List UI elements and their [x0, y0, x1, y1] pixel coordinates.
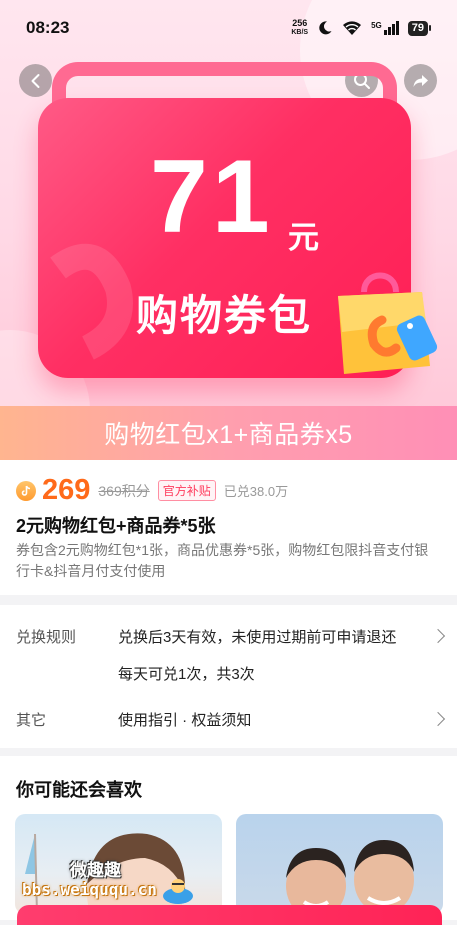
signal-icon: 5G: [371, 21, 399, 35]
coupon-banner: 购物红包x1+商品券x5: [0, 406, 457, 460]
price-row: 269 369积分 官方补贴 已兑38.0万: [16, 474, 288, 507]
status-time: 08:23: [26, 18, 70, 37]
product-image: [286, 840, 414, 914]
original-price: 369积分: [98, 482, 150, 499]
hero-section: 08:23 256 KB/S 5G 79 71 元 购物券包: [0, 0, 457, 410]
points-price: 269: [42, 474, 91, 506]
other-row[interactable]: 其它 使用指引 · 权益须知: [0, 697, 457, 737]
moon-icon: [319, 21, 332, 35]
wifi-icon: [343, 21, 362, 35]
sold-count: 已兑38.0万: [223, 484, 289, 499]
product-info: 269 369积分 官方补贴 已兑38.0万 2元购物红包+商品券*5张 券包含…: [0, 460, 457, 595]
rules-section: 兑换规则 兑换后3天有效，未使用过期前可申请退还 每天可兑1次，共3次 其它 使…: [0, 605, 457, 748]
recommend-card[interactable]: [236, 814, 443, 914]
exchange-button[interactable]: [17, 905, 442, 925]
recommend-title: 你可能还会喜欢: [16, 780, 142, 800]
chevron-right-icon: [430, 628, 446, 644]
shopping-bag-icon: [338, 272, 438, 374]
back-button[interactable]: [19, 64, 52, 97]
product-title: 2元购物红包+商品券*5张: [16, 516, 216, 536]
mascot-icon: [163, 879, 193, 904]
other-label: 其它: [16, 712, 47, 729]
subsidy-badge: 官方补贴: [157, 480, 216, 501]
exchange-rules-label: 兑换规则: [16, 629, 77, 646]
net-speed: 256 KB/S: [291, 18, 309, 37]
coupon-pack-name: 购物券包: [136, 292, 313, 339]
exchange-rule-line: 每天可兑1次，共3次: [118, 666, 255, 683]
chevron-right-icon: [430, 711, 446, 727]
product-description: 券包含2元购物红包*1张，商品优惠券*5张，购物红包限抖音支付银行卡&抖音月付支…: [16, 542, 429, 579]
coupon-unit: 元: [288, 220, 319, 255]
status-bar: 08:23 256 KB/S 5G 79: [0, 0, 457, 56]
coupon-amount: 71: [150, 139, 274, 255]
usage-guide-link[interactable]: 使用指引 · 权益须知: [118, 709, 251, 730]
exchange-rule-line: 兑换后3天有效，未使用过期前可申请退还: [118, 629, 397, 646]
exchange-rules-row[interactable]: 兑换规则 兑换后3天有效，未使用过期前可申请退还 每天可兑1次，共3次: [0, 605, 457, 687]
status-icons: 256 KB/S 5G 79: [291, 19, 431, 37]
battery-indicator: 79: [407, 20, 431, 36]
share-button[interactable]: [404, 64, 437, 97]
share-icon: [413, 74, 428, 87]
site-watermark: 微趣趣 bbs.weiququ.cn: [10, 852, 210, 912]
douyin-coin-icon: [16, 480, 36, 501]
back-arrow-icon: [31, 73, 39, 88]
